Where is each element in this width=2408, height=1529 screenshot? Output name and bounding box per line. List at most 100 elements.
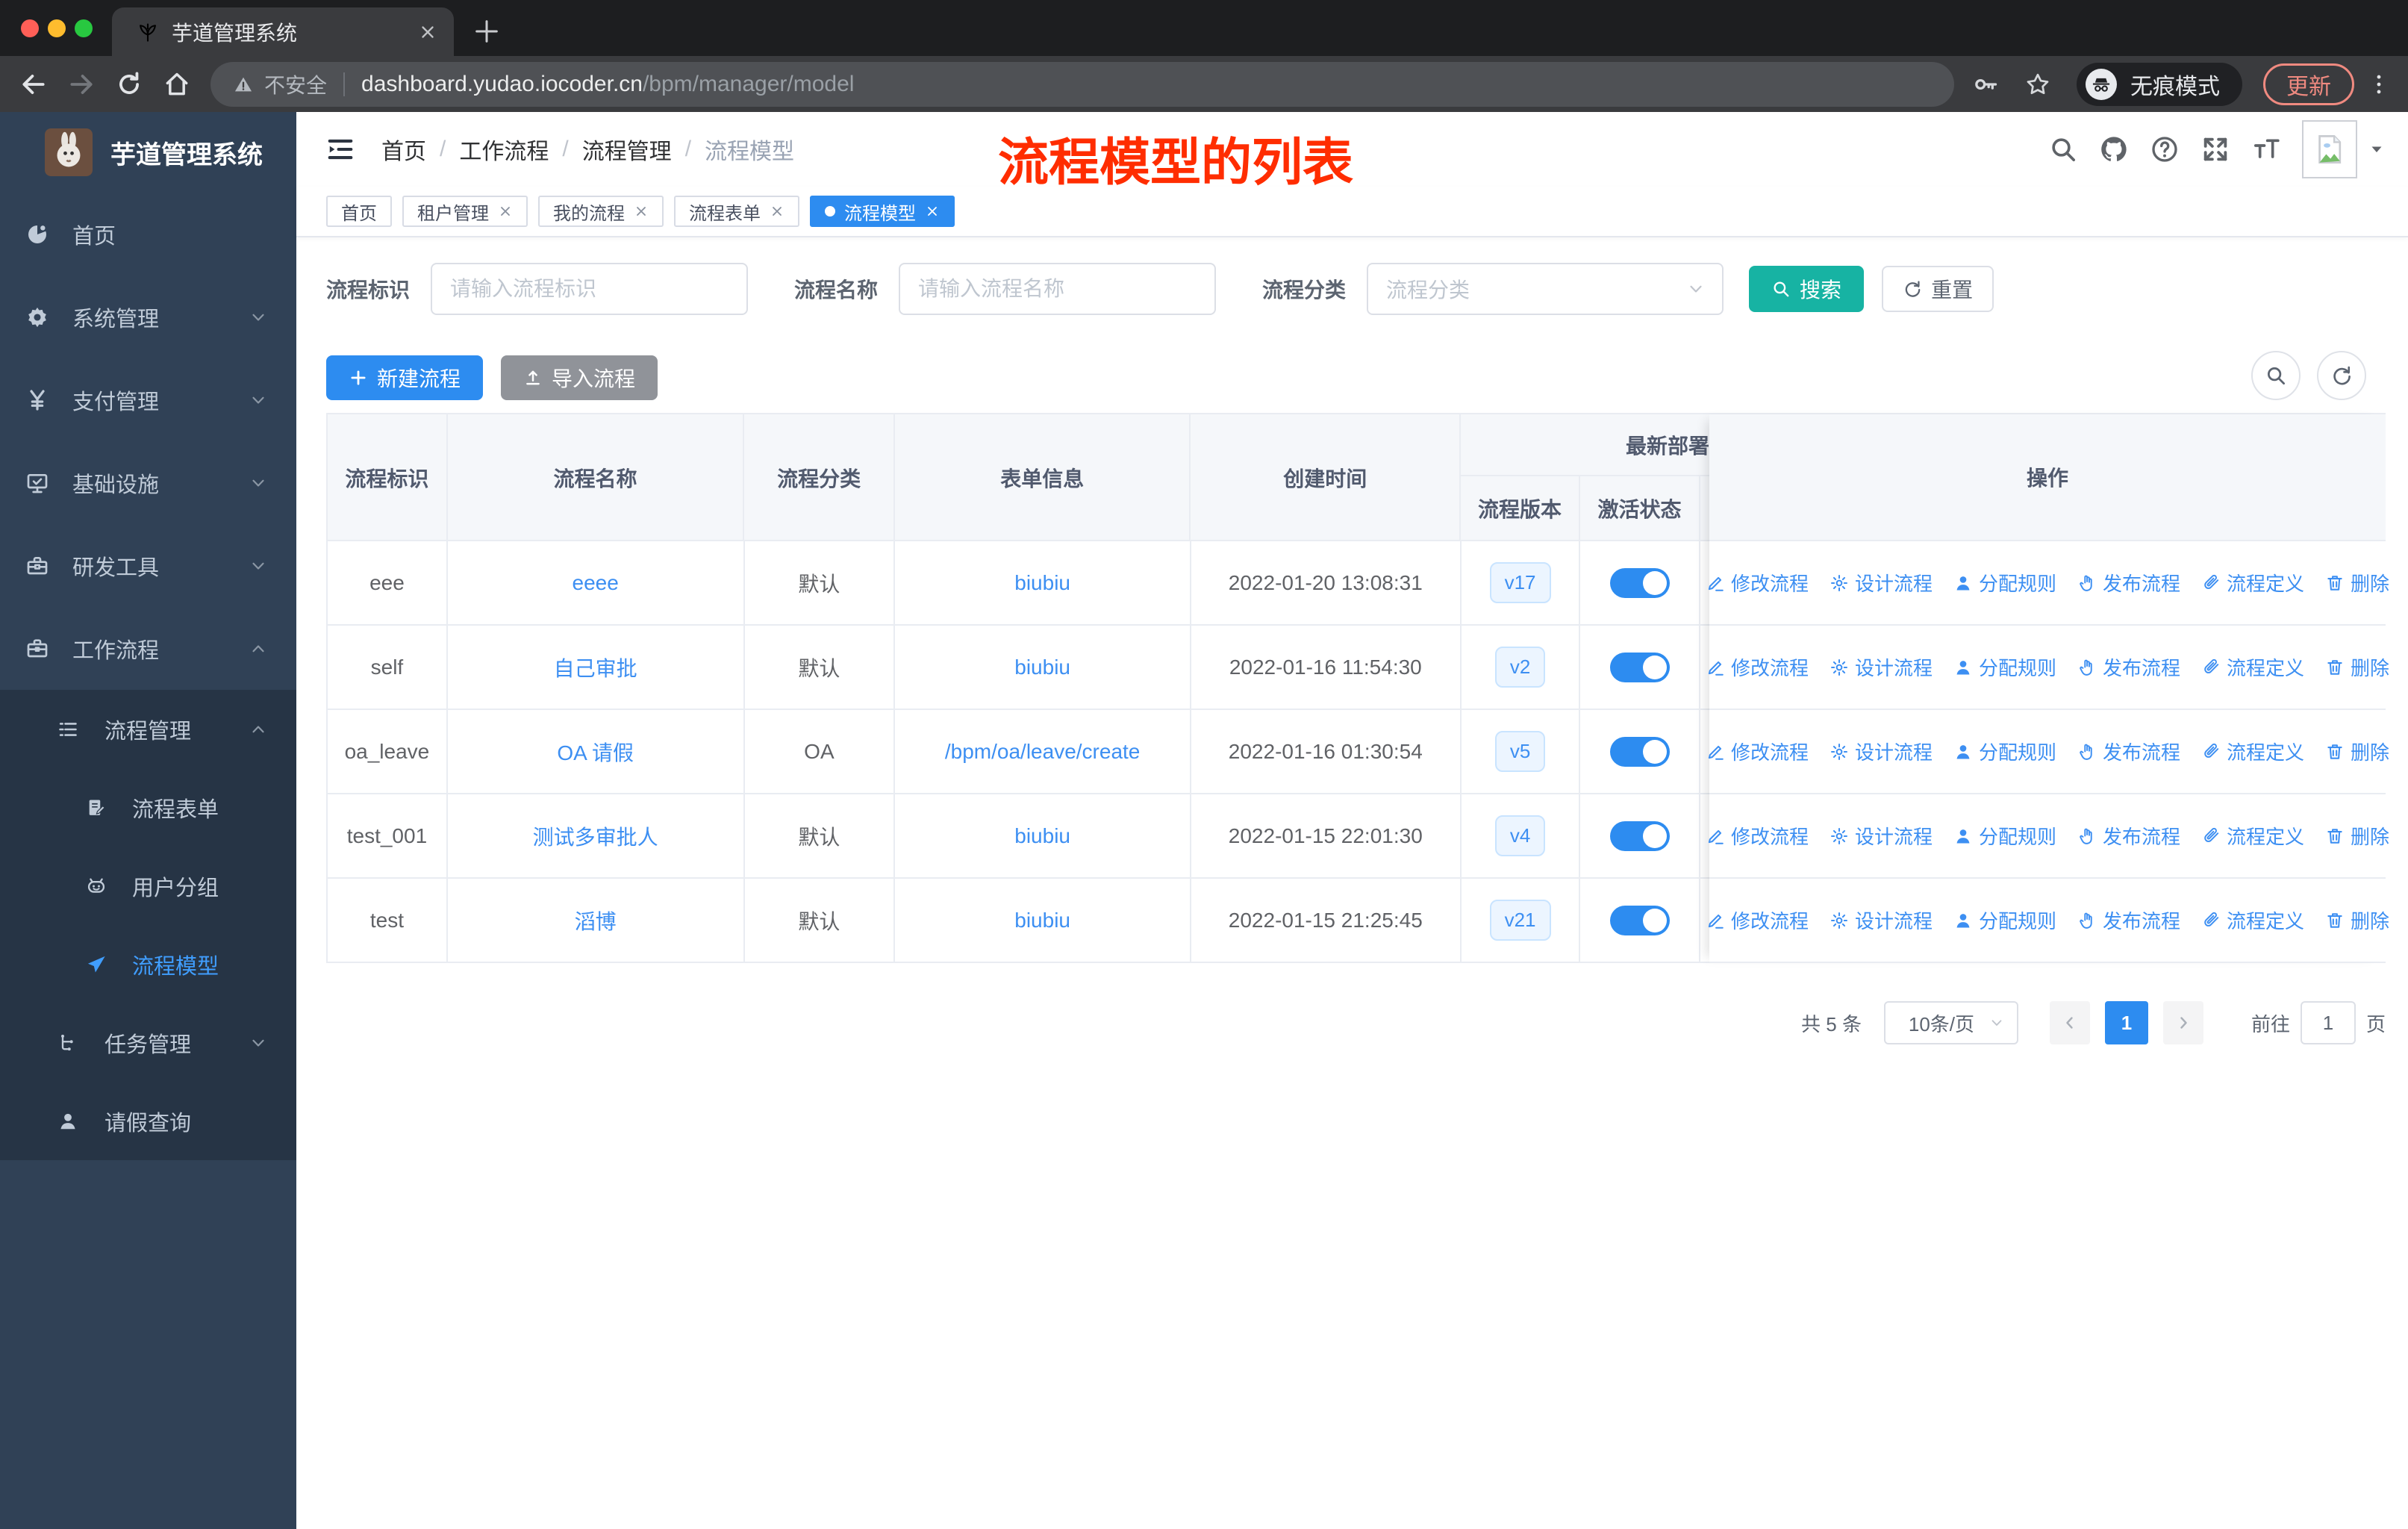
page-size-select[interactable]: 10条/页 — [1883, 1001, 2018, 1044]
action-分配规则[interactable]: 分配规则 — [1953, 653, 2056, 681]
refresh-table-button[interactable] — [2317, 351, 2366, 400]
reset-button[interactable]: 重置 — [1882, 266, 1994, 312]
process-category-select[interactable]: 流程分类 — [1367, 263, 1724, 315]
action-删除[interactable]: 删除 — [2325, 738, 2389, 765]
action-设计流程[interactable]: 设计流程 — [1830, 822, 1933, 850]
sidebar-item-流程表单[interactable]: 流程表单 — [0, 768, 296, 847]
breadcrumb-home[interactable]: 首页 — [381, 133, 426, 166]
active-toggle[interactable] — [1609, 820, 1670, 851]
sidebar-item-研发工具[interactable]: 研发工具 — [0, 524, 296, 607]
sidebar-item-流程管理[interactable]: 流程管理 — [0, 690, 296, 768]
form-info-link[interactable]: biubiu — [1014, 824, 1070, 848]
action-删除[interactable]: 删除 — [2325, 653, 2389, 681]
sidebar-item-系统管理[interactable]: 系统管理 — [0, 275, 296, 358]
caret-down-icon[interactable] — [2368, 140, 2386, 158]
action-流程定义[interactable]: 流程定义 — [2201, 822, 2304, 850]
sidebar-item-用户分组[interactable]: 用户分组 — [0, 847, 296, 925]
action-设计流程[interactable]: 设计流程 — [1830, 738, 1933, 765]
window-zoom-button[interactable] — [75, 19, 93, 37]
help-icon[interactable] — [2150, 134, 2180, 164]
action-发布流程[interactable]: 发布流程 — [2077, 822, 2180, 850]
font-size-icon[interactable] — [2251, 134, 2281, 164]
action-删除[interactable]: 删除 — [2325, 569, 2389, 597]
bookmark-star-icon[interactable] — [2024, 71, 2051, 98]
next-page-button[interactable] — [2162, 1001, 2203, 1044]
search-button[interactable]: 搜索 — [1749, 266, 1865, 312]
goto-page-input[interactable] — [2300, 1001, 2356, 1044]
tag-首页[interactable]: 首页 — [326, 196, 392, 227]
reload-icon[interactable] — [115, 70, 143, 99]
browser-menu-icon[interactable] — [2366, 72, 2392, 97]
sidebar-logo[interactable]: 芋道管理系统 — [0, 112, 296, 193]
sidebar-item-支付管理[interactable]: 支付管理 — [0, 358, 296, 441]
action-修改流程[interactable]: 修改流程 — [1706, 738, 1809, 765]
page-number-1[interactable]: 1 — [2104, 1001, 2148, 1044]
action-流程定义[interactable]: 流程定义 — [2201, 906, 2304, 934]
address-bar[interactable]: 不安全 dashboard.yudao.iocoder.cn/bpm/manag… — [210, 61, 1954, 107]
action-发布流程[interactable]: 发布流程 — [2077, 738, 2180, 765]
sidebar-item-基础设施[interactable]: 基础设施 — [0, 441, 296, 524]
form-info-link[interactable]: biubiu — [1014, 909, 1070, 932]
action-发布流程[interactable]: 发布流程 — [2077, 906, 2180, 934]
process-key-input[interactable] — [431, 263, 749, 315]
tag-我的流程[interactable]: 我的流程 — [538, 196, 664, 227]
create-process-button[interactable]: 新建流程 — [326, 355, 484, 400]
action-发布流程[interactable]: 发布流程 — [2077, 569, 2180, 597]
action-设计流程[interactable]: 设计流程 — [1830, 569, 1933, 597]
tab-close-icon[interactable] — [418, 22, 437, 42]
back-icon[interactable] — [19, 70, 48, 99]
process-name-input[interactable] — [899, 263, 1217, 315]
active-toggle[interactable] — [1609, 905, 1670, 935]
action-修改流程[interactable]: 修改流程 — [1706, 653, 1809, 681]
action-删除[interactable]: 删除 — [2325, 822, 2389, 850]
action-分配规则[interactable]: 分配规则 — [1953, 738, 2056, 765]
home-icon[interactable] — [163, 70, 191, 99]
active-toggle[interactable] — [1609, 567, 1670, 598]
browser-tab[interactable]: 芋道管理系统 — [112, 7, 454, 56]
show-search-button[interactable] — [2251, 351, 2301, 400]
action-发布流程[interactable]: 发布流程 — [2077, 653, 2180, 681]
search-icon[interactable] — [2048, 134, 2078, 164]
new-tab-button[interactable] — [472, 16, 502, 46]
window-minimize-button[interactable] — [48, 19, 66, 37]
process-name-link[interactable]: 滔博 — [575, 906, 617, 935]
active-toggle[interactable] — [1609, 736, 1670, 767]
action-分配规则[interactable]: 分配规则 — [1953, 906, 2056, 934]
import-process-button[interactable]: 导入流程 — [501, 355, 658, 400]
action-分配规则[interactable]: 分配规则 — [1953, 569, 2056, 597]
password-key-icon[interactable] — [1972, 71, 1999, 98]
form-info-link[interactable]: biubiu — [1014, 655, 1070, 679]
action-修改流程[interactable]: 修改流程 — [1706, 822, 1809, 850]
action-设计流程[interactable]: 设计流程 — [1830, 653, 1933, 681]
process-name-link[interactable]: 测试多审批人 — [533, 821, 658, 851]
action-流程定义[interactable]: 流程定义 — [2201, 738, 2304, 765]
form-info-link[interactable]: biubiu — [1014, 571, 1070, 595]
process-name-link[interactable]: eeee — [573, 571, 619, 595]
sidebar-item-请假查询[interactable]: 请假查询 — [0, 1082, 296, 1160]
action-分配规则[interactable]: 分配规则 — [1953, 822, 2056, 850]
tag-流程模型[interactable]: 流程模型 — [810, 196, 955, 227]
fullscreen-icon[interactable] — [2200, 134, 2230, 164]
process-name-link[interactable]: OA 请假 — [557, 737, 634, 767]
sidebar-item-任务管理[interactable]: 任务管理 — [0, 1003, 296, 1082]
tag-租户管理[interactable]: 租户管理 — [402, 196, 528, 227]
action-修改流程[interactable]: 修改流程 — [1706, 906, 1809, 934]
action-删除[interactable]: 删除 — [2325, 906, 2389, 934]
action-设计流程[interactable]: 设计流程 — [1830, 906, 1933, 934]
sidebar-item-工作流程[interactable]: 工作流程 — [0, 607, 296, 690]
prev-page-button[interactable] — [2049, 1001, 2090, 1044]
github-icon[interactable] — [2099, 134, 2129, 164]
sidebar-toggle-icon[interactable] — [326, 135, 355, 164]
active-toggle[interactable] — [1609, 652, 1670, 682]
action-流程定义[interactable]: 流程定义 — [2201, 653, 2304, 681]
sidebar-item-首页[interactable]: 首页 — [0, 193, 296, 275]
user-avatar[interactable] — [2302, 120, 2357, 178]
breadcrumb-workflow[interactable]: 工作流程 — [459, 133, 549, 166]
update-button[interactable]: 更新 — [2263, 63, 2354, 105]
sidebar-item-流程模型[interactable]: 流程模型 — [0, 925, 296, 1003]
breadcrumb-process-mgmt[interactable]: 流程管理 — [582, 133, 672, 166]
action-流程定义[interactable]: 流程定义 — [2201, 569, 2304, 597]
action-修改流程[interactable]: 修改流程 — [1706, 569, 1809, 597]
process-name-link[interactable]: 自己审批 — [554, 653, 637, 682]
form-info-link[interactable]: /bpm/oa/leave/create — [945, 740, 1141, 764]
